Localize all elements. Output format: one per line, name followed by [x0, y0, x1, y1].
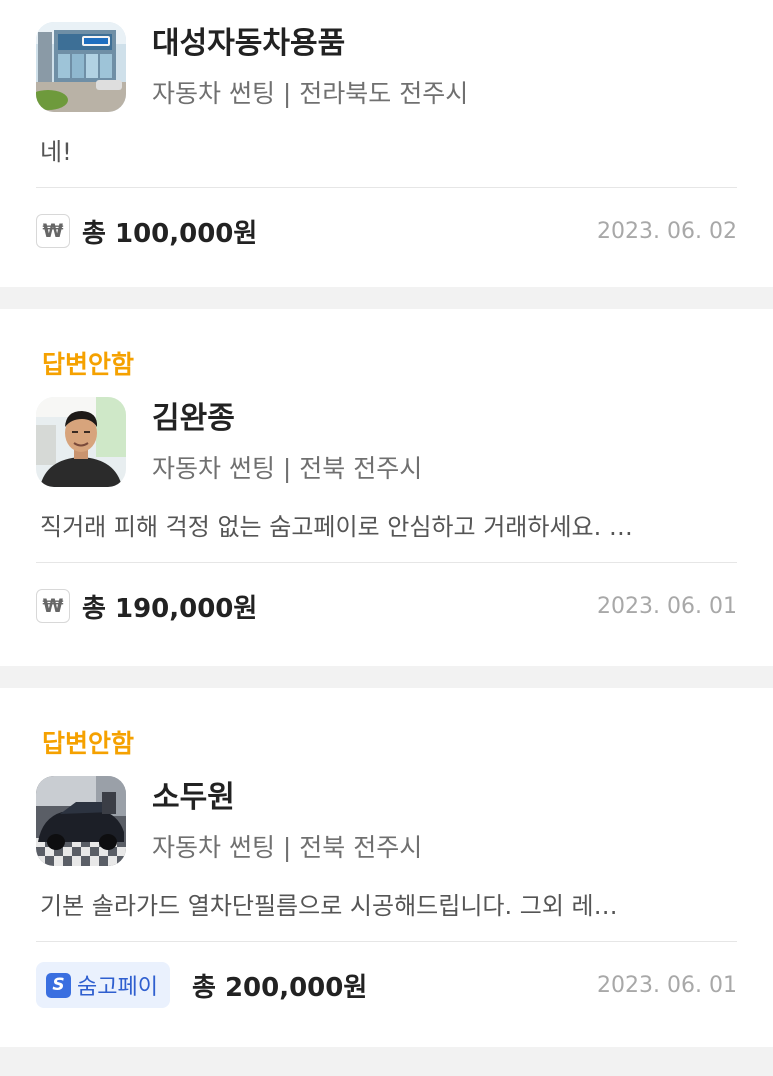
pro-photo-car[interactable]	[36, 776, 126, 866]
quote-footer: ₩ 총 100,000원 2023. 06. 02	[36, 188, 737, 274]
pro-subtitle: 자동차 썬팅 | 전북 전주시	[152, 833, 423, 862]
quote-card[interactable]: 답변안함 소두원 자동차 썬팅 | 전북 전주시 기본 솔라가드 열차단필름으로…	[0, 688, 773, 1047]
quote-date: 2023. 06. 02	[597, 218, 737, 244]
quote-card[interactable]: 답변안함 김완종 자동차 썬팅 | 전북 전주시 직거래 피해 걱정 없는 숨고…	[0, 309, 773, 666]
last-message: 네!	[40, 138, 72, 166]
soomgo-pay-badge: S 숨고페이	[36, 962, 170, 1008]
pro-header: 소두원 자동차 썬팅 | 전북 전주시	[36, 776, 737, 868]
pro-header: 김완종 자동차 썬팅 | 전북 전주시	[36, 397, 737, 489]
pro-info: 소두원 자동차 썬팅 | 전북 전주시	[152, 776, 422, 868]
pro-subtitle: 자동차 썬팅 | 전북 전주시	[152, 454, 423, 483]
quote-footer: S 숨고페이 총 200,000원 2023. 06. 01	[36, 942, 737, 1028]
pro-header: 대성자동차용품 자동차 썬팅 | 전라북도 전주시	[36, 22, 737, 114]
pro-photo-storefront[interactable]	[36, 22, 126, 112]
soomgo-pay-icon: S	[46, 972, 71, 998]
quote-date: 2023. 06. 01	[597, 972, 737, 998]
total-price: 총 190,000원	[82, 593, 258, 624]
quote-list: 대성자동차용품 자동차 썬팅 | 전라북도 전주시 네! ₩ 총 100,000…	[0, 0, 773, 1047]
pro-photo-avatar[interactable]	[36, 397, 126, 487]
won-icon: ₩	[36, 589, 70, 623]
pro-name: 김완종	[152, 401, 235, 436]
pro-info: 대성자동차용품 자동차 썬팅 | 전라북도 전주시	[152, 22, 468, 114]
status-badge: 답변안함	[42, 350, 135, 379]
pro-subtitle: 자동차 썬팅 | 전라북도 전주시	[152, 79, 469, 108]
quote-footer: ₩ 총 190,000원 2023. 06. 01	[36, 563, 737, 649]
soomgo-pay-label: 숨고페이	[77, 975, 158, 1000]
quote-card[interactable]: 대성자동차용품 자동차 썬팅 | 전라북도 전주시 네! ₩ 총 100,000…	[0, 0, 773, 287]
pro-name: 대성자동차용품	[152, 26, 346, 61]
quote-date: 2023. 06. 01	[597, 593, 737, 619]
pro-info: 김완종 자동차 썬팅 | 전북 전주시	[152, 397, 422, 489]
pro-name: 소두원	[152, 780, 235, 815]
last-message: 기본 솔라가드 열차단필름으로 시공해드립니다. 그외 레…	[40, 892, 618, 920]
last-message: 직거래 피해 걱정 없는 숨고페이로 안심하고 거래하세요. …	[40, 513, 633, 541]
won-icon: ₩	[36, 214, 70, 248]
total-price: 총 100,000원	[82, 218, 258, 249]
status-badge: 답변안함	[42, 729, 135, 758]
total-price: 총 200,000원	[191, 972, 368, 1003]
